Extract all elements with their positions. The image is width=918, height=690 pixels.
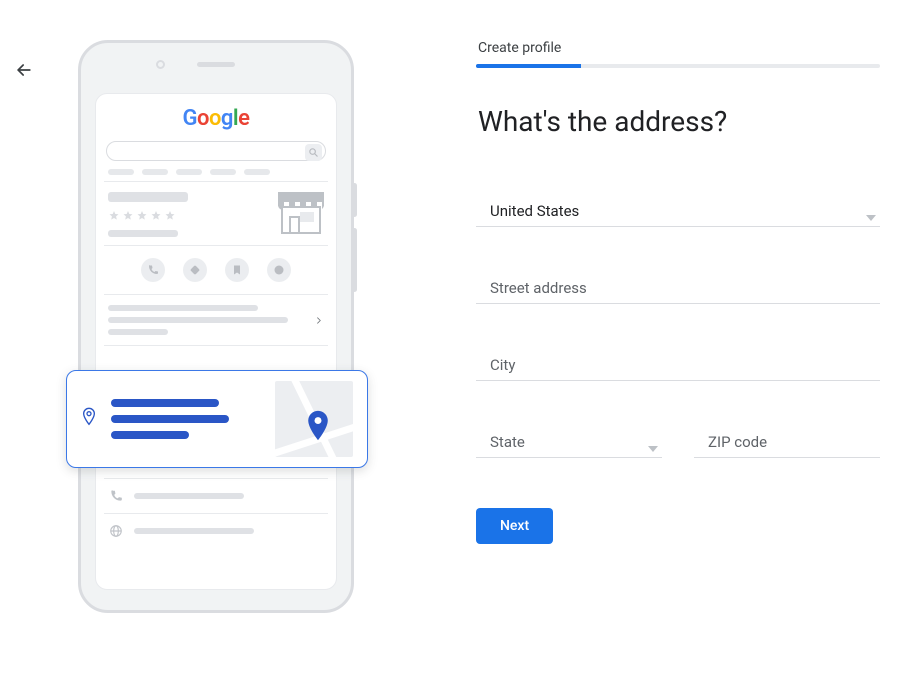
google-logo: Google xyxy=(96,106,336,131)
city-input[interactable] xyxy=(476,350,880,381)
chevron-down-icon xyxy=(866,206,876,225)
phone-illustration: Google xyxy=(78,40,373,620)
country-select[interactable]: United States xyxy=(476,196,880,227)
map-thumbnail xyxy=(275,381,353,457)
phone-camera xyxy=(156,60,165,69)
arrow-back-icon xyxy=(14,60,34,80)
next-button[interactable]: Next xyxy=(476,508,553,544)
search-tabs xyxy=(96,169,336,175)
pin-icon xyxy=(81,407,97,431)
country-value: United States xyxy=(476,196,880,227)
address-form: Create profile What's the address? Unite… xyxy=(476,40,880,544)
phone-icon xyxy=(108,489,124,503)
search-bar-placeholder xyxy=(106,141,326,161)
back-button[interactable] xyxy=(12,58,36,82)
street-address-input[interactable] xyxy=(476,273,880,304)
map-pin-icon xyxy=(305,409,331,447)
progress-fill xyxy=(476,64,581,68)
globe-icon xyxy=(108,524,124,538)
zip-input[interactable] xyxy=(694,427,880,458)
website-row xyxy=(96,514,336,548)
chevron-right-icon xyxy=(314,311,324,330)
globe-icon xyxy=(267,258,291,282)
action-icons xyxy=(96,246,336,294)
phone-speaker xyxy=(197,62,235,67)
phone-side-button xyxy=(352,183,357,217)
phone-icon xyxy=(141,258,165,282)
chevron-down-icon xyxy=(648,437,658,456)
map-card-highlight xyxy=(66,370,368,468)
state-placeholder: State xyxy=(476,427,662,458)
page-headline: What's the address? xyxy=(478,104,880,140)
phone-frame: Google xyxy=(78,40,354,613)
storefront-icon xyxy=(278,192,324,234)
progress-bar xyxy=(476,64,880,68)
phone-volume-button xyxy=(352,228,357,292)
directions-icon xyxy=(183,258,207,282)
address-lines xyxy=(111,399,229,439)
info-row xyxy=(96,295,336,345)
result-card xyxy=(96,182,336,245)
state-select[interactable]: State xyxy=(476,427,662,458)
bookmark-icon xyxy=(225,258,249,282)
phone-screen: Google xyxy=(95,93,337,590)
search-icon xyxy=(305,144,322,161)
wizard-step-label: Create profile xyxy=(478,40,880,56)
stars-icon xyxy=(108,210,278,222)
phone-row xyxy=(96,479,336,513)
